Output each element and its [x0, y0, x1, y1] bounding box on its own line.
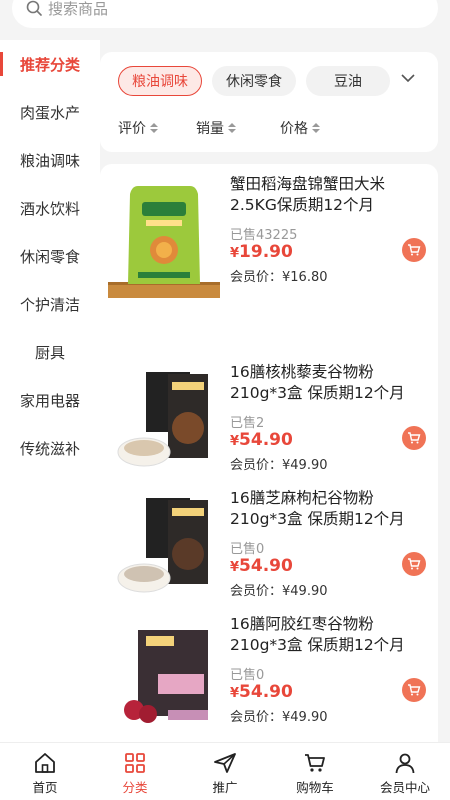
chip-grain-oil[interactable]: 粮油调味 — [118, 66, 202, 96]
sidebar-item-label: 酒水饮料 — [19, 199, 80, 218]
sort-rating[interactable]: 评价 — [118, 118, 158, 138]
product-price: ¥54.90 — [230, 556, 293, 576]
member-price: 会员价：¥49.90 — [230, 710, 328, 725]
sort-arrows-icon — [312, 123, 320, 133]
sidebar-item-label: 个护清洁 — [19, 295, 80, 314]
sidebar-item-meat-egg-seafood[interactable]: 肉蛋水产 — [0, 88, 100, 136]
search-bar: 搜索商品 — [0, 0, 450, 40]
chip-soybean-oil[interactable]: 豆油 — [306, 66, 390, 96]
chevron-down-icon[interactable] — [400, 70, 416, 86]
product-name: 16膳芝麻枸杞谷物粉210g*3盒 保质期12个月 — [230, 489, 405, 528]
grain-powder-box-image — [117, 498, 208, 593]
sidebar-item-grain-oil[interactable]: 粮油调味 — [0, 136, 100, 184]
tab-label: 首页 — [32, 780, 58, 795]
tab-cart[interactable]: 购物车 — [270, 751, 360, 799]
sidebar-item-label: 家用电器 — [19, 391, 80, 410]
add-to-cart-button[interactable] — [402, 552, 426, 576]
sidebar-item-label: 传统滋补 — [19, 439, 80, 458]
sort-label: 评价 — [118, 121, 146, 137]
tab-label: 推广 — [212, 780, 238, 795]
bottom-tab-bar: 首页 分类 推广 购物车 会员中心 — [0, 742, 450, 800]
tab-home[interactable]: 首页 — [0, 751, 90, 799]
chip-label: 休闲零食 — [226, 74, 282, 90]
member-price: 会员价：¥49.90 — [230, 584, 328, 599]
add-to-cart-button[interactable] — [402, 678, 426, 702]
sort-arrows-icon — [228, 123, 236, 133]
price-value: 54.90 — [239, 430, 293, 450]
product-list: 蟹田稻海盘锦蟹田大米2.5KG保质期12个月 已售43225 ¥19.90 会员… — [100, 164, 438, 744]
sidebar-item-label: 粮油调味 — [19, 151, 80, 170]
add-to-cart-button[interactable] — [402, 426, 426, 450]
tab-label: 会员中心 — [379, 780, 430, 795]
member-price: 会员价：¥49.90 — [230, 458, 328, 473]
chip-snacks[interactable]: 休闲零食 — [212, 66, 296, 96]
product-card[interactable]: 蟹田稻海盘锦蟹田大米2.5KG保质期12个月 已售43225 ¥19.90 会员… — [100, 174, 438, 300]
tab-member-center[interactable]: 会员中心 — [360, 751, 450, 799]
sidebar-item-drinks[interactable]: 酒水饮料 — [0, 184, 100, 232]
search-input[interactable]: 搜索商品 — [12, 0, 438, 28]
member-price: 会员价：¥16.80 — [230, 270, 328, 285]
sidebar-item-personal-care[interactable]: 个护清洁 — [0, 280, 100, 328]
price-value: 19.90 — [239, 242, 293, 262]
category-icon — [125, 753, 145, 773]
price-value: 54.90 — [239, 556, 293, 576]
sort-label: 销量 — [196, 121, 224, 137]
sidebar-item-label: 肉蛋水产 — [19, 103, 80, 122]
currency-symbol: ¥ — [230, 560, 240, 575]
user-icon — [395, 753, 415, 774]
add-to-cart-button[interactable] — [402, 238, 426, 262]
filter-panel: 粮油调味 休闲零食 豆油 评价 销量 价格 — [100, 52, 438, 152]
chip-label: 粮油调味 — [132, 74, 188, 90]
product-card[interactable]: 16膳阿胶红枣谷物粉210g*3盒 保质期12个月 已售0 ¥54.90 会员价… — [100, 614, 438, 740]
sort-arrows-icon — [150, 123, 158, 133]
product-name: 蟹田稻海盘锦蟹田大米2.5KG保质期12个月 — [230, 175, 386, 214]
tab-label: 分类 — [122, 780, 148, 795]
sort-price[interactable]: 价格 — [280, 118, 320, 138]
sidebar-item-label: 厨具 — [34, 343, 65, 362]
tab-label: 购物车 — [296, 780, 334, 795]
cart-icon — [408, 558, 421, 570]
rice-bag-image — [108, 186, 220, 298]
search-placeholder: 搜索商品 — [48, 0, 109, 18]
grain-powder-box-image — [124, 630, 208, 723]
product-sold: 已售0 — [230, 542, 265, 557]
tab-category[interactable]: 分类 — [90, 751, 180, 799]
sidebar-item-snacks[interactable]: 休闲零食 — [0, 232, 100, 280]
chip-label: 豆油 — [334, 74, 362, 90]
cart-icon — [408, 244, 421, 256]
product-price: ¥19.90 — [230, 242, 293, 262]
product-sold: 已售43225 — [230, 228, 298, 243]
currency-symbol: ¥ — [230, 434, 240, 449]
search-icon — [26, 0, 42, 16]
sidebar-item-appliances[interactable]: 家用电器 — [0, 376, 100, 424]
home-icon — [35, 753, 55, 773]
sort-label: 价格 — [280, 121, 308, 137]
send-icon — [214, 753, 236, 773]
sidebar-item-label: 休闲零食 — [19, 247, 80, 266]
sidebar-item-tonics[interactable]: 传统滋补 — [0, 424, 100, 472]
product-price: ¥54.90 — [230, 682, 293, 702]
grain-powder-box-image — [117, 372, 208, 467]
product-price: ¥54.90 — [230, 430, 293, 450]
product-sold: 已售0 — [230, 668, 265, 683]
product-card[interactable]: 16膳核桃藜麦谷物粉210g*3盒 保质期12个月 已售2 ¥54.90 会员价… — [100, 362, 438, 488]
sidebar-item-recommended[interactable]: 推荐分类 — [0, 40, 100, 88]
category-sidebar: 推荐分类 肉蛋水产 粮油调味 酒水饮料 休闲零食 个护清洁 厨具 家用电器 传统… — [0, 40, 100, 742]
product-sold: 已售2 — [230, 416, 265, 431]
tab-promote[interactable]: 推广 — [180, 751, 270, 799]
cart-icon — [305, 754, 325, 772]
cart-icon — [408, 684, 421, 696]
price-value: 54.90 — [239, 682, 293, 702]
currency-symbol: ¥ — [230, 686, 240, 701]
cart-icon — [408, 432, 421, 444]
currency-symbol: ¥ — [230, 246, 240, 261]
product-name: 16膳核桃藜麦谷物粉210g*3盒 保质期12个月 — [230, 363, 405, 402]
product-card[interactable]: 16膳芝麻枸杞谷物粉210g*3盒 保质期12个月 已售0 ¥54.90 会员价… — [100, 488, 438, 614]
product-name: 16膳阿胶红枣谷物粉210g*3盒 保质期12个月 — [230, 615, 405, 654]
sidebar-item-kitchenware[interactable]: 厨具 — [0, 328, 100, 376]
sort-sales[interactable]: 销量 — [196, 118, 236, 138]
sidebar-item-label: 推荐分类 — [19, 55, 80, 74]
